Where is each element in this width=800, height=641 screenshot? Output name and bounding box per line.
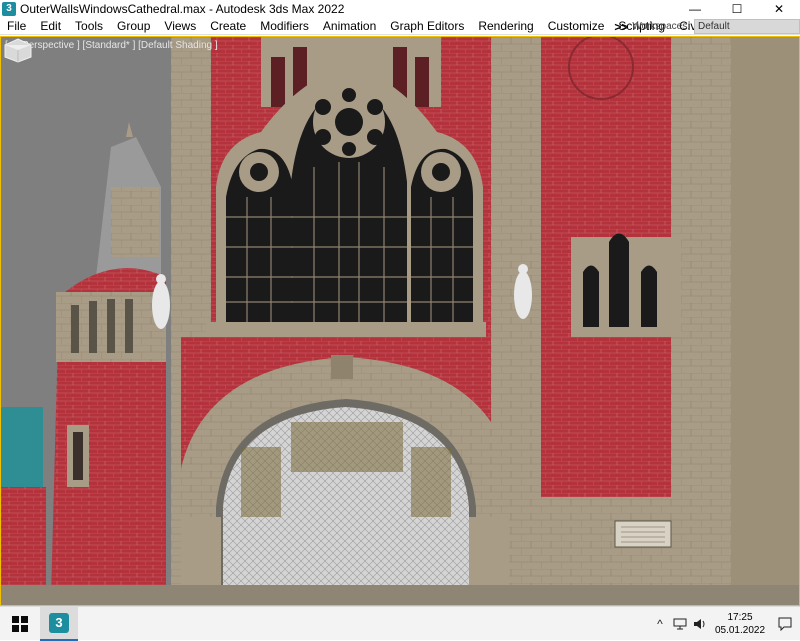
menu-group[interactable]: Group xyxy=(110,18,157,35)
menu-graph-editors[interactable]: Graph Editors xyxy=(383,18,471,35)
commemorative-plaque xyxy=(614,520,672,548)
copper-roof xyxy=(1,407,43,487)
menu-bar: File Edit Tools Group Views Create Modif… xyxy=(0,18,800,35)
menu-create[interactable]: Create xyxy=(203,18,253,35)
workspaces-dropdown[interactable]: Default xyxy=(694,19,800,34)
menu-animation[interactable]: Animation xyxy=(316,18,383,35)
close-button[interactable]: ✕ xyxy=(758,0,800,18)
window-title: OuterWallsWindowsCathedral.max - Autodes… xyxy=(20,2,345,16)
menu-modifiers[interactable]: Modifiers xyxy=(253,18,316,35)
workspaces-label: Workspaces: xyxy=(632,21,690,32)
menu-file[interactable]: File xyxy=(0,18,33,35)
menu-overflow-chevron-icon[interactable]: >> xyxy=(614,20,628,34)
taskbar-clock[interactable]: 17:25 05.01.2022 xyxy=(710,611,770,637)
viewcube-icon[interactable] xyxy=(1,37,35,63)
viewport-label[interactable]: [+] [Perspective ] [Standard* ] [Default… xyxy=(5,40,218,51)
menu-edit[interactable]: Edit xyxy=(33,18,68,35)
menu-customize[interactable]: Customize xyxy=(541,18,612,35)
minimize-button[interactable]: — xyxy=(674,0,716,18)
cathedral-facade-render xyxy=(1,37,799,605)
taskbar-3dsmax-button[interactable]: 3 xyxy=(40,607,78,641)
window-controls: — ☐ ✕ xyxy=(674,0,800,18)
start-button[interactable] xyxy=(0,607,40,641)
menu-rendering[interactable]: Rendering xyxy=(471,18,540,35)
3dsmax-taskbar-icon: 3 xyxy=(49,613,69,633)
notification-center-button[interactable] xyxy=(770,607,800,641)
menu-tools[interactable]: Tools xyxy=(68,18,110,35)
clock-date: 05.01.2022 xyxy=(714,625,766,636)
tray-overflow-chevron-icon[interactable]: ^ xyxy=(652,616,668,632)
3dsmax-app-icon[interactable]: 3 xyxy=(2,2,16,16)
title-bar: 3 OuterWallsWindowsCathedral.max - Autod… xyxy=(0,0,800,18)
system-tray: ^ 17:25 05.01.2022 xyxy=(650,607,800,641)
volume-icon[interactable] xyxy=(692,616,708,632)
clock-time: 17:25 xyxy=(727,612,753,623)
workspaces-area: >> Workspaces: Default xyxy=(614,18,800,35)
windows-taskbar: 3 ^ 17:25 05.01.2022 xyxy=(0,606,800,641)
windows-logo-icon xyxy=(12,616,28,632)
network-icon[interactable] xyxy=(672,616,688,632)
maximize-button[interactable]: ☐ xyxy=(716,0,758,18)
menu-views[interactable]: Views xyxy=(157,18,203,35)
notification-icon xyxy=(778,617,792,631)
perspective-viewport[interactable]: [+] [Perspective ] [Standard* ] [Default… xyxy=(0,36,800,606)
